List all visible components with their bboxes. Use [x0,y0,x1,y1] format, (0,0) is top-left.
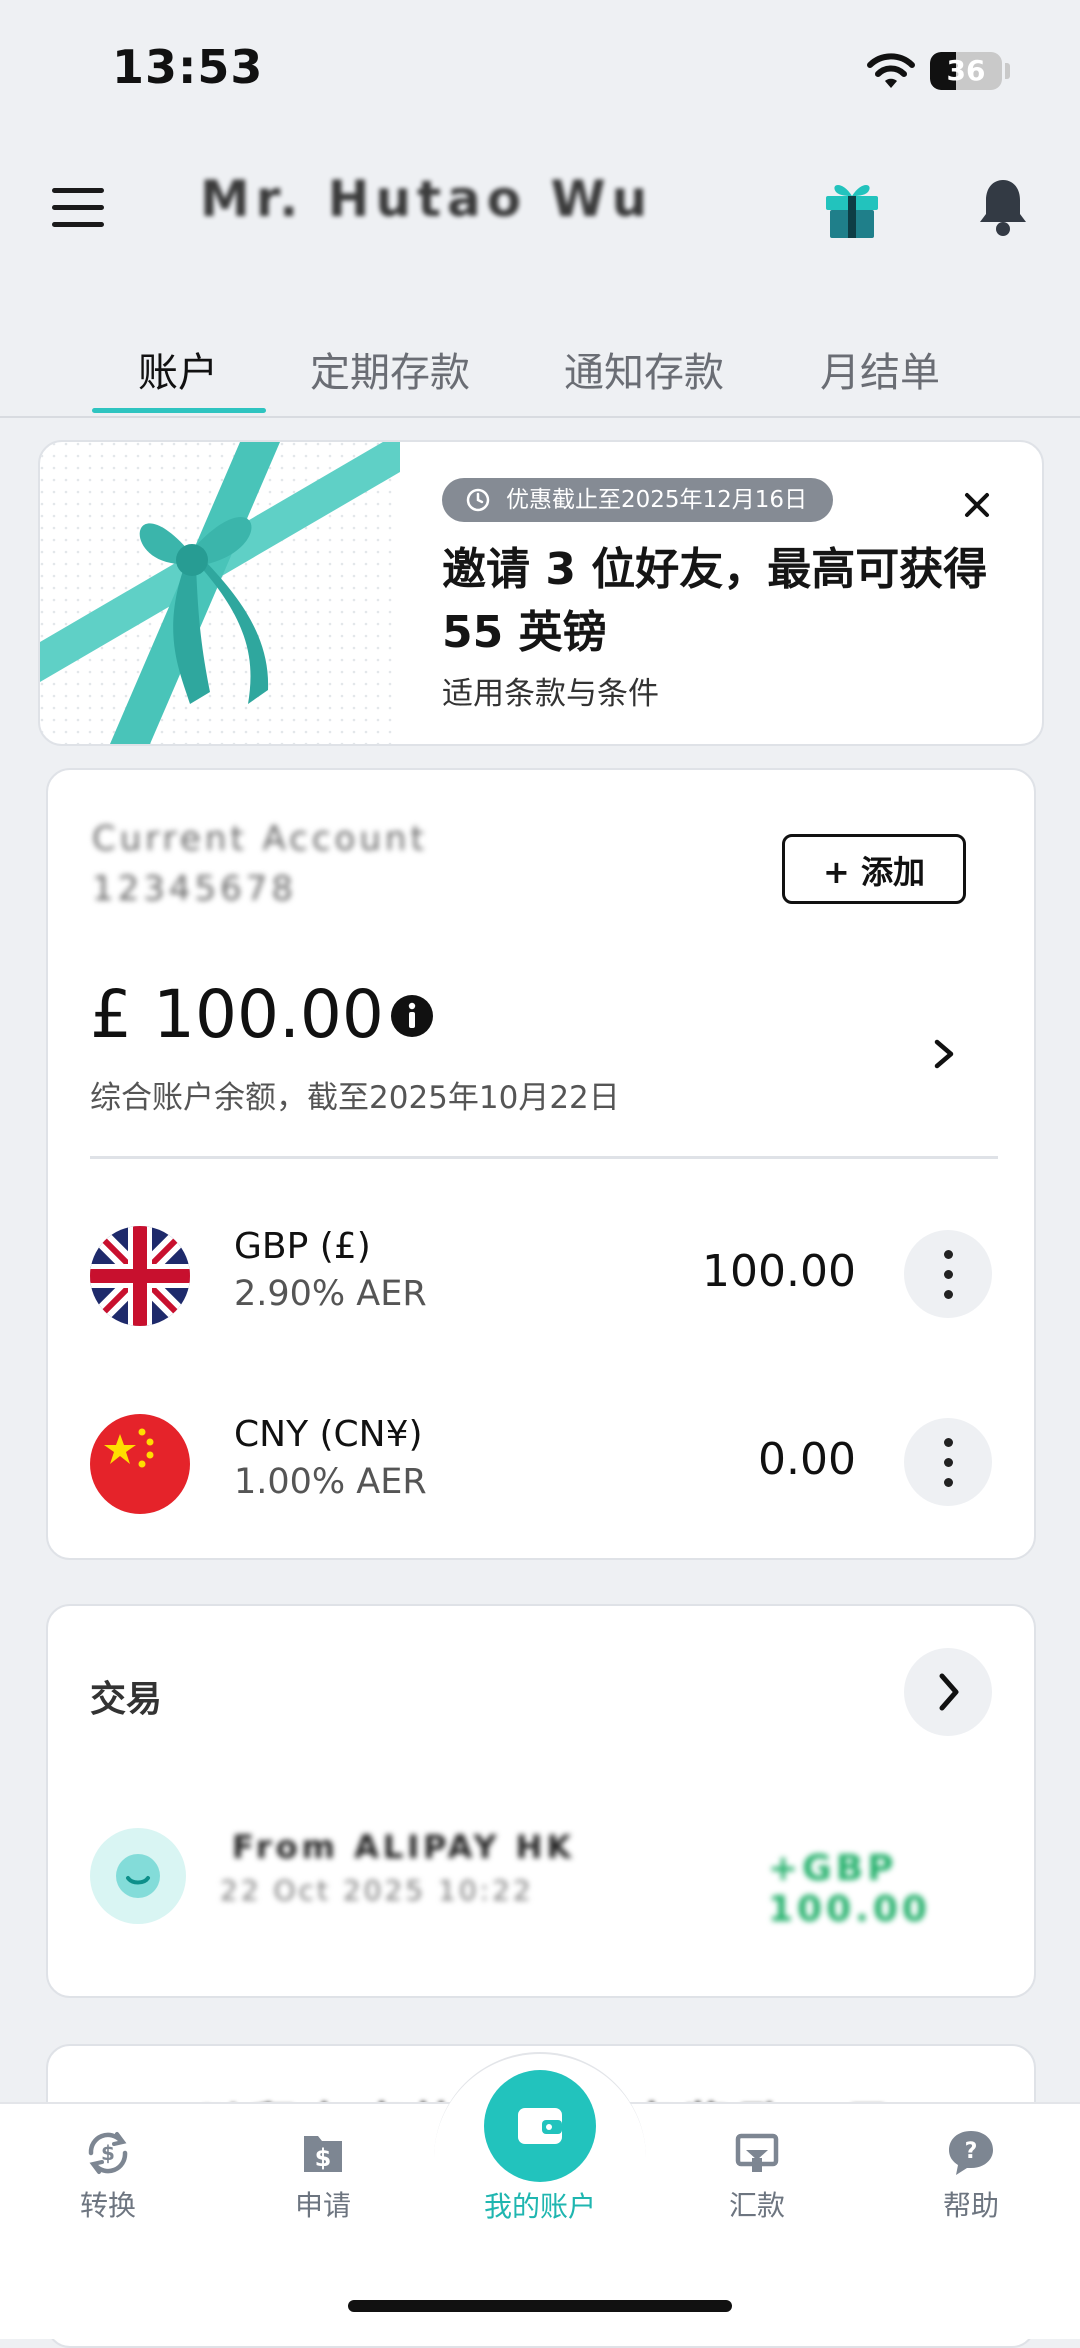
nav-help[interactable]: ? 帮助 [906,2126,1036,2224]
wifi-icon [867,53,915,88]
tab-active-indicator [92,408,266,413]
chevron-right-icon[interactable] [924,1034,964,1074]
svg-text:?: ? [965,2139,978,2164]
transactions-more-button[interactable] [904,1648,992,1736]
nav-label: 帮助 [942,2189,999,2222]
help-chat-icon: ? [949,2131,993,2175]
divider [90,1156,998,1159]
wallet-icon [518,2108,562,2144]
currency-rate: 1.00% AER [234,1462,427,1502]
nav-my-account-button[interactable] [484,2070,596,2182]
transactions-title: 交易 [90,1679,163,1720]
battery-percent: 36 [946,54,986,87]
clock-icon [466,488,490,512]
nav-apply[interactable]: $ 申请 [258,2126,388,2224]
tab-notice-deposit[interactable]: 通知存款 [564,340,724,398]
promo-deadline-badge: 优惠截止至2025年12月16日 [442,478,834,522]
more-options-button[interactable] [904,1418,992,1506]
battery-tip [1005,63,1010,79]
document-dollar-icon: $ [304,2136,342,2172]
gift-icon[interactable] [822,178,882,240]
nav-remittance[interactable]: 汇款 [692,2126,822,2224]
battery-indicator: 36 [930,52,1002,90]
svg-text:$: $ [101,2141,115,2165]
tab-fixed-deposit[interactable]: 定期存款 [310,340,470,398]
currency-rate: 2.90% AER [234,1274,427,1314]
transaction-avatar-icon [90,1828,186,1924]
currency-exchange-icon: $ [88,2132,128,2174]
currency-code: GBP (£) [234,1226,371,1267]
nav-label: 汇款 [728,2189,785,2222]
promo-terms-link[interactable]: 适用条款与条件 [442,668,659,713]
account-balance: £ 100.00 [90,976,384,1053]
account-card: Current Account 12345678 + 添加 £ 100.00 综… [46,768,1036,1560]
nav-convert[interactable]: $ 转换 [43,2126,173,2224]
close-icon[interactable] [952,480,1002,530]
transaction-name: From ALIPAY HK [232,1828,576,1866]
currency-code: CNY (CN¥) [234,1414,423,1455]
menu-icon[interactable] [52,188,104,228]
currency-amount: 100.00 [702,1246,856,1297]
balance-note: 综合账户余额，截至2025年10月22日 [90,1080,620,1116]
user-name: Mr. Hutao Wu [200,170,654,228]
transactions-card: 交易 From ALIPAY HK 22 Oct 2025 10:22 +GBP… [46,1604,1036,1998]
tab-monthly-statement[interactable]: 月结单 [820,340,940,398]
gift-ribbon-image [40,442,400,744]
currency-row-cny[interactable]: CNY (CN¥) 1.00% AER 0.00 [48,1414,1034,1544]
more-options-button[interactable] [904,1230,992,1318]
transaction-amount: +GBP 100.00 [768,1848,931,1930]
account-name: Current Account 12345678 [92,819,428,909]
nav-label-active[interactable]: 我的账户 [465,2185,615,2225]
nav-label: 转换 [79,2189,136,2222]
transaction-date: 22 Oct 2025 10:22 [220,1874,534,1907]
tab-account[interactable]: 账户 [138,340,218,398]
remittance-icon [735,2133,779,2172]
uk-flag-icon [90,1226,190,1326]
home-indicator [348,2300,732,2312]
chevron-right-icon [939,1673,959,1711]
tab-bar: 账户 定期存款 通知存款 月结单 [0,320,1080,418]
currency-row-gbp[interactable]: GBP (£) 2.90% AER 100.00 [48,1226,1034,1356]
add-currency-button[interactable]: + 添加 [782,834,966,904]
promo-deadline-text: 优惠截止至2025年12月16日 [506,487,808,513]
promo-banner[interactable]: 优惠截止至2025年12月16日 邀请 3 位好友，最高可获得 55 英镑 适用… [38,440,1044,746]
svg-text:$: $ [315,2144,332,2172]
status-bar: 13:53 36 [0,0,1080,140]
china-flag-icon [90,1414,190,1514]
currency-amount: 0.00 [758,1434,856,1485]
info-icon[interactable] [390,994,434,1038]
promo-title: 邀请 3 位好友，最高可获得 55 英镑 [442,544,988,658]
status-time: 13:53 [112,40,264,94]
nav-label: 申请 [294,2189,351,2222]
bell-icon[interactable] [976,176,1030,238]
